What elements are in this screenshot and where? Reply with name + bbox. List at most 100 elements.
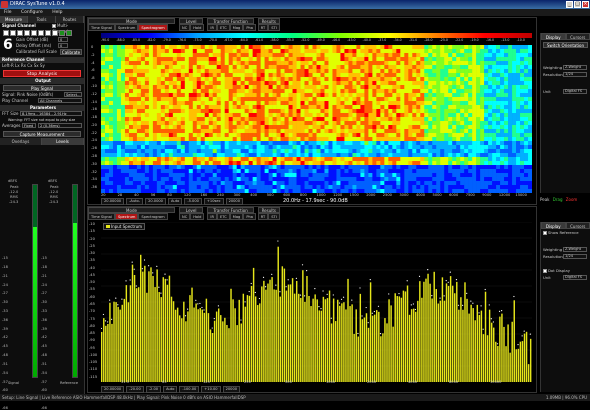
resolution-label-bottom: Resolution bbox=[543, 254, 563, 259]
reference-channel-row[interactable]: Left-R Lx Rx Cx Sx Sy bbox=[0, 63, 84, 69]
drag-mode[interactable]: Drag bbox=[553, 197, 563, 202]
spectrum-y-tick: -30 bbox=[89, 251, 95, 255]
fft-size-select[interactable]: 8.19ms - 16384 - 2.91Hz bbox=[20, 111, 82, 116]
spectrum-x-tick: 250 bbox=[244, 380, 251, 384]
colorbar-tick: -37.0 bbox=[378, 38, 386, 42]
averages-mode-select[interactable]: Fixed bbox=[22, 123, 36, 128]
spectrogram-y-tick: -18 bbox=[91, 115, 97, 119]
spectrogram-y-tick: -28 bbox=[91, 154, 97, 158]
spectrogram-control[interactable]: 20000 bbox=[226, 198, 243, 205]
menu-file[interactable]: File bbox=[4, 10, 12, 15]
spectrum-control[interactable]: +10.00 bbox=[201, 386, 220, 393]
status-right: 1.09MB | 96.0% CPU bbox=[546, 394, 587, 401]
legend-swatch bbox=[106, 225, 110, 228]
right-meter-title: dBFS bbox=[48, 179, 57, 183]
bottom-btn-rt[interactable]: RT bbox=[258, 213, 268, 220]
spectrogram-control[interactable]: -5.000 bbox=[184, 198, 202, 205]
top-btn-rt[interactable]: RT bbox=[258, 24, 268, 31]
tab-routes[interactable]: Routes bbox=[56, 16, 84, 23]
top-btn-sti[interactable]: STI bbox=[268, 24, 280, 31]
stop-analysis-button[interactable]: Stop Analysis bbox=[3, 70, 81, 77]
bottom-btn-etc[interactable]: ETC bbox=[217, 213, 230, 220]
tab-levels[interactable]: Levels bbox=[42, 138, 84, 145]
spectrogram-control[interactable]: 20.00000 bbox=[101, 198, 124, 205]
bottom-btn-nc[interactable]: NC bbox=[179, 213, 190, 220]
tab-cursors-top[interactable]: Cursors bbox=[566, 33, 590, 40]
play-signal-button[interactable]: Play Signal bbox=[3, 85, 81, 91]
tab-cursors-bottom[interactable]: Cursors bbox=[566, 222, 590, 229]
top-btn-time-signal[interactable]: Time Signal bbox=[88, 24, 115, 31]
tab-display-bottom[interactable]: Display bbox=[541, 222, 566, 229]
spectrogram-control[interactable]: +10sec bbox=[204, 198, 224, 205]
right-peak-value: -12.0 bbox=[49, 190, 58, 194]
spectrum-y-tick: -50 bbox=[89, 280, 95, 284]
gain-offset-input[interactable]: 0 bbox=[58, 37, 68, 42]
spectrogram-control[interactable]: -Auto- bbox=[126, 198, 143, 205]
peak-label[interactable]: Peak bbox=[540, 197, 550, 202]
capture-measurement-button[interactable]: Capture Measurement bbox=[3, 131, 81, 137]
weighting-select-bottom[interactable]: Z-Weight bbox=[563, 247, 587, 252]
bottom-btn-spectrum[interactable]: Spectrum bbox=[115, 213, 138, 220]
spectrogram-x-tick: 6000 bbox=[449, 193, 458, 197]
spectrum-control[interactable]: 20.00000 bbox=[101, 386, 124, 393]
zoom-mode[interactable]: Zoom bbox=[566, 197, 578, 202]
spectrogram-control[interactable]: Auto bbox=[168, 198, 182, 205]
channel-boxes[interactable] bbox=[3, 30, 72, 36]
spectrum-plot[interactable] bbox=[101, 222, 532, 382]
colorbar-tick: -73.0 bbox=[193, 38, 201, 42]
delay-offset-input[interactable]: 0 bbox=[58, 43, 68, 48]
tab-overlays[interactable]: Overlays bbox=[0, 138, 42, 145]
select-signal-button[interactable]: Select... bbox=[64, 92, 82, 97]
top-btn-mag[interactable]: Mag bbox=[230, 24, 244, 31]
spectrum-control[interactable]: 20000 bbox=[223, 386, 240, 393]
play-channel-select[interactable]: All Channels bbox=[38, 98, 82, 103]
calibrate-button[interactable]: Calibrate bbox=[60, 49, 82, 55]
resolution-select-bottom[interactable]: 1/24 bbox=[563, 254, 587, 259]
bottom-btn-sti[interactable]: STI bbox=[268, 213, 280, 220]
unit-select-top[interactable]: Digital FS bbox=[563, 89, 587, 94]
top-btn-pha[interactable]: Pha bbox=[243, 24, 256, 31]
show-reference-checkbox[interactable] bbox=[543, 231, 547, 235]
weighting-select-top[interactable]: Z-Weight bbox=[563, 65, 587, 70]
spectrum-control[interactable]: Auto bbox=[163, 386, 177, 393]
spectrum-control[interactable]: -2.00 bbox=[146, 386, 161, 393]
bottom-btn-hold[interactable]: Hold bbox=[190, 213, 204, 220]
averages-value-select[interactable]: 2 (0.36ms) bbox=[38, 123, 82, 128]
top-btn-nc[interactable]: NC bbox=[179, 24, 190, 31]
menu-configure[interactable]: Configure bbox=[21, 10, 43, 15]
right-rms-value: -24.3 bbox=[49, 200, 58, 204]
minimize-icon[interactable]: _ bbox=[566, 1, 573, 8]
spectrum-control[interactable]: -100.00 bbox=[179, 386, 199, 393]
status-left: Setup: Line Signal | Live Reference ASIO… bbox=[2, 395, 246, 400]
top-btn-hold[interactable]: Hold bbox=[190, 24, 204, 31]
multi-channel-checkbox[interactable] bbox=[52, 24, 56, 28]
bottom-btn-time-signal[interactable]: Time Signal bbox=[88, 213, 115, 220]
maximize-icon[interactable]: □ bbox=[574, 1, 581, 8]
spectrogram-plot[interactable] bbox=[101, 45, 532, 193]
spectrum-x-tick: 1000 bbox=[326, 380, 335, 384]
spectrum-y-tick: -105 bbox=[89, 360, 97, 364]
tab-measure[interactable]: Measure bbox=[0, 16, 28, 23]
top-btn-etc[interactable]: ETC bbox=[217, 24, 230, 31]
bottom-btn-pha[interactable]: Pha bbox=[243, 213, 256, 220]
top-group-transfer-function: Transfer FunctionIRETCMagPha bbox=[207, 18, 253, 32]
close-icon[interactable]: × bbox=[582, 1, 589, 8]
bottom-btn-mag[interactable]: Mag bbox=[230, 213, 244, 220]
top-btn-spectrogram[interactable]: Spectrogram bbox=[138, 24, 167, 31]
spectrogram-control[interactable]: 20.0000 bbox=[145, 198, 166, 205]
bottom-btn-spectrogram[interactable]: Spectrogram bbox=[138, 213, 167, 220]
tab-tools[interactable]: Tools bbox=[28, 16, 56, 23]
reference-meter-label: Reference bbox=[60, 381, 78, 385]
dot-display-checkbox[interactable] bbox=[543, 269, 547, 273]
spectrum-control[interactable]: -20.00 bbox=[126, 386, 144, 393]
spectrum-x-tick: 63 bbox=[162, 380, 167, 384]
bottom-btn-ir[interactable]: IR bbox=[207, 213, 217, 220]
top-btn-spectrum[interactable]: Spectrum bbox=[115, 24, 138, 31]
top-btn-ir[interactable]: IR bbox=[207, 24, 217, 31]
switch-orientation-button[interactable]: Switch Orientation bbox=[543, 42, 588, 48]
unit-select-bottom[interactable]: Digital FS bbox=[563, 275, 587, 280]
tab-display-top[interactable]: Display bbox=[541, 33, 566, 40]
menu-help[interactable]: Help bbox=[52, 10, 62, 15]
spectrum-y-tick: -35 bbox=[89, 258, 95, 262]
resolution-select-top[interactable]: 1/24 bbox=[563, 72, 587, 77]
